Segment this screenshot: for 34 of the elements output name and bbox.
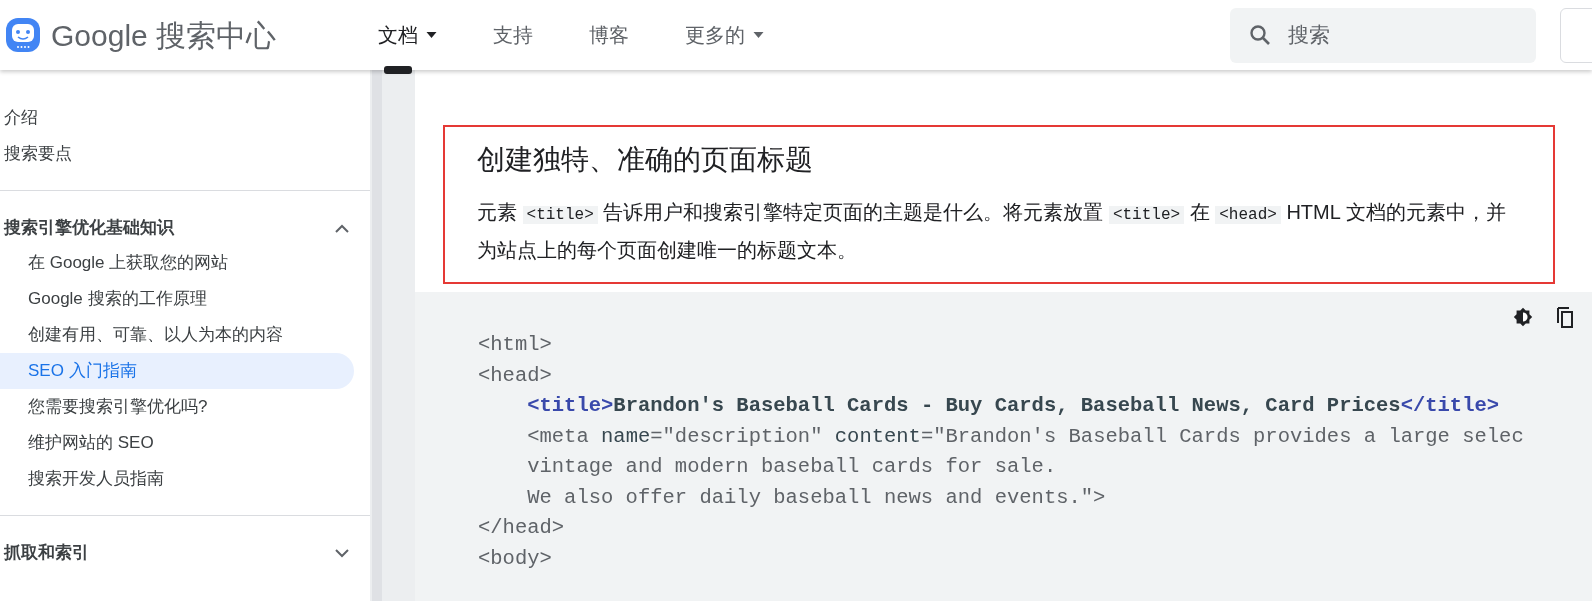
nav-tab[interactable]: 更多的 <box>685 0 765 70</box>
code-line: <meta name="description" content="Brandon's Baseball Cards provides a large selec <box>526 423 1524 450</box>
search-field[interactable]: 搜索 <box>1230 7 1536 63</box>
section-title: 搜索引擎优化基础知识 <box>4 217 174 240</box>
sidebar-item[interactable]: 维护网站的 SEO <box>0 425 354 461</box>
sidebar-item[interactable]: 搜索要点 <box>0 136 354 172</box>
copy-icon[interactable] <box>1554 306 1574 328</box>
site-title[interactable]: Google 搜索中心 <box>51 12 277 58</box>
code-line: <html> <box>478 332 552 358</box>
code-line: <body> <box>478 545 552 572</box>
logo-icon <box>5 17 41 53</box>
paragraph: 元素 <title> 告诉用户和搜索引擎特定页面的主题是什么。将元素放置 <title> 在 <head> HTML 文档的元素中，并为站点上的每个页面创建唯一的标题文本。 <box>477 200 1507 263</box>
nav-tab[interactable]: 博客 <box>589 0 630 70</box>
section-title: 抓取和索引 <box>4 542 89 565</box>
nav-tab[interactable]: 文档 <box>378 0 438 70</box>
sidebar-item[interactable]: 在 Google 上获取您的网站 <box>0 245 354 281</box>
search-icon <box>1248 22 1272 47</box>
sidebar-item[interactable]: 介绍 <box>0 100 354 136</box>
sidebar-item[interactable]: Google 搜索的工作原理 <box>0 281 354 317</box>
sidebar-item[interactable]: 搜索开发人员指南 <box>0 461 354 497</box>
section-header[interactable]: 抓取和索引 <box>0 536 370 570</box>
code-line: We also offer daily baseball news and events."> <box>526 484 1106 511</box>
theme-toggle-icon[interactable] <box>1512 306 1534 328</box>
section-heading: 创建独特、准确的页面标题 <box>477 143 814 177</box>
tab-indicator <box>384 66 413 74</box>
section-header[interactable]: 搜索引擎优化基础知识 <box>0 211 370 245</box>
nav-tab[interactable]: 支持 <box>493 0 534 70</box>
sidebar-item[interactable]: 创建有用、可靠、以人为本的内容 <box>0 317 354 353</box>
code-line: <head> <box>478 362 552 389</box>
code-line: vintage and modern baseball cards for sale. <box>526 454 1057 480</box>
sidebar-item[interactable]: SEO 入门指南 <box>0 353 354 389</box>
code-line: <title>Brandon's Baseball Cards - Buy Cards, Baseball News, Card Prices</title> <box>526 393 1500 419</box>
sidebar-item[interactable]: 您需要搜索引擎优化吗? <box>0 389 354 425</box>
code-line: </head> <box>478 515 565 541</box>
